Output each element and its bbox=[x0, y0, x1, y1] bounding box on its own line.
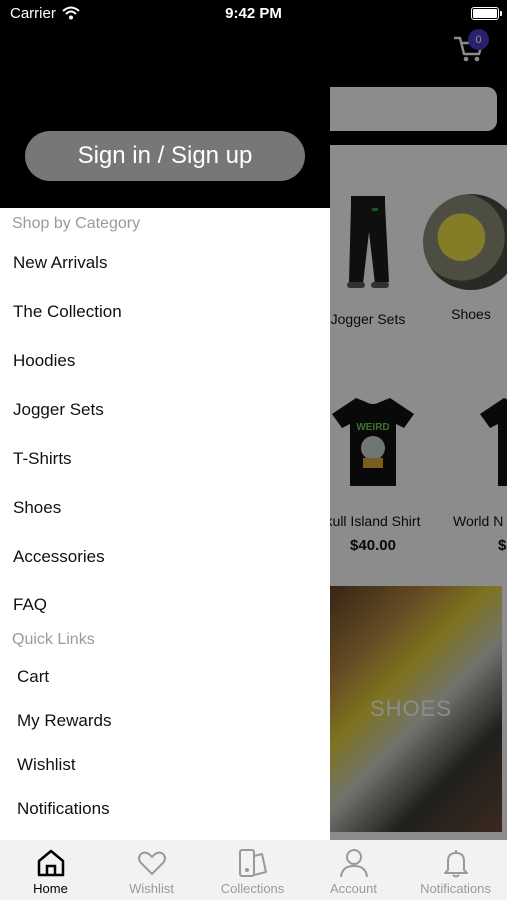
status-bar: Carrier 9:42 PM bbox=[0, 0, 507, 28]
menu-item-the-collection[interactable]: The Collection bbox=[13, 302, 122, 322]
tab-label: Account bbox=[330, 881, 377, 896]
bell-icon bbox=[443, 850, 468, 878]
menu-item-new-arrivals[interactable]: New Arrivals bbox=[13, 253, 107, 273]
signin-button[interactable]: Sign in / Sign up bbox=[25, 131, 305, 181]
collections-icon bbox=[238, 849, 267, 877]
tab-bar: Home Wishlist Collections Account Notifi… bbox=[0, 840, 507, 900]
battery-icon bbox=[471, 7, 499, 20]
battery-nub bbox=[500, 11, 502, 16]
tab-notifications[interactable]: Notifications bbox=[404, 840, 507, 900]
menu-item-hoodies[interactable]: Hoodies bbox=[13, 351, 75, 371]
quick-link-notifications[interactable]: Notifications bbox=[17, 799, 110, 819]
tab-home[interactable]: Home bbox=[0, 840, 101, 900]
side-drawer: Sign in / Sign up Shop by Category New A… bbox=[0, 0, 330, 840]
tab-label: Notifications bbox=[420, 881, 491, 896]
quick-link-my-rewards[interactable]: My Rewards bbox=[17, 711, 111, 731]
drawer-header: Sign in / Sign up bbox=[0, 0, 330, 208]
tab-label: Home bbox=[33, 881, 68, 896]
tab-label: Wishlist bbox=[129, 881, 174, 896]
section-title-quick-links: Quick Links bbox=[12, 631, 95, 648]
quick-link-cart[interactable]: Cart bbox=[17, 667, 49, 687]
tab-account[interactable]: Account bbox=[303, 840, 404, 900]
clock: 9:42 PM bbox=[225, 5, 282, 22]
account-icon bbox=[339, 849, 368, 878]
quick-link-wishlist[interactable]: Wishlist bbox=[17, 755, 76, 775]
heart-icon bbox=[137, 851, 166, 876]
menu-item-shoes[interactable]: Shoes bbox=[13, 498, 61, 518]
menu-item-jogger-sets[interactable]: Jogger Sets bbox=[13, 400, 104, 420]
menu-item-t-shirts[interactable]: T-Shirts bbox=[13, 449, 72, 469]
home-icon bbox=[37, 849, 64, 877]
tab-label: Collections bbox=[220, 881, 285, 896]
section-title-shop-by-category: Shop by Category bbox=[12, 215, 141, 232]
menu-item-accessories[interactable]: Accessories bbox=[13, 547, 105, 567]
tab-wishlist[interactable]: Wishlist bbox=[101, 840, 202, 900]
tab-collections[interactable]: Collections bbox=[202, 840, 303, 900]
menu-item-faq[interactable]: FAQ bbox=[13, 595, 47, 615]
